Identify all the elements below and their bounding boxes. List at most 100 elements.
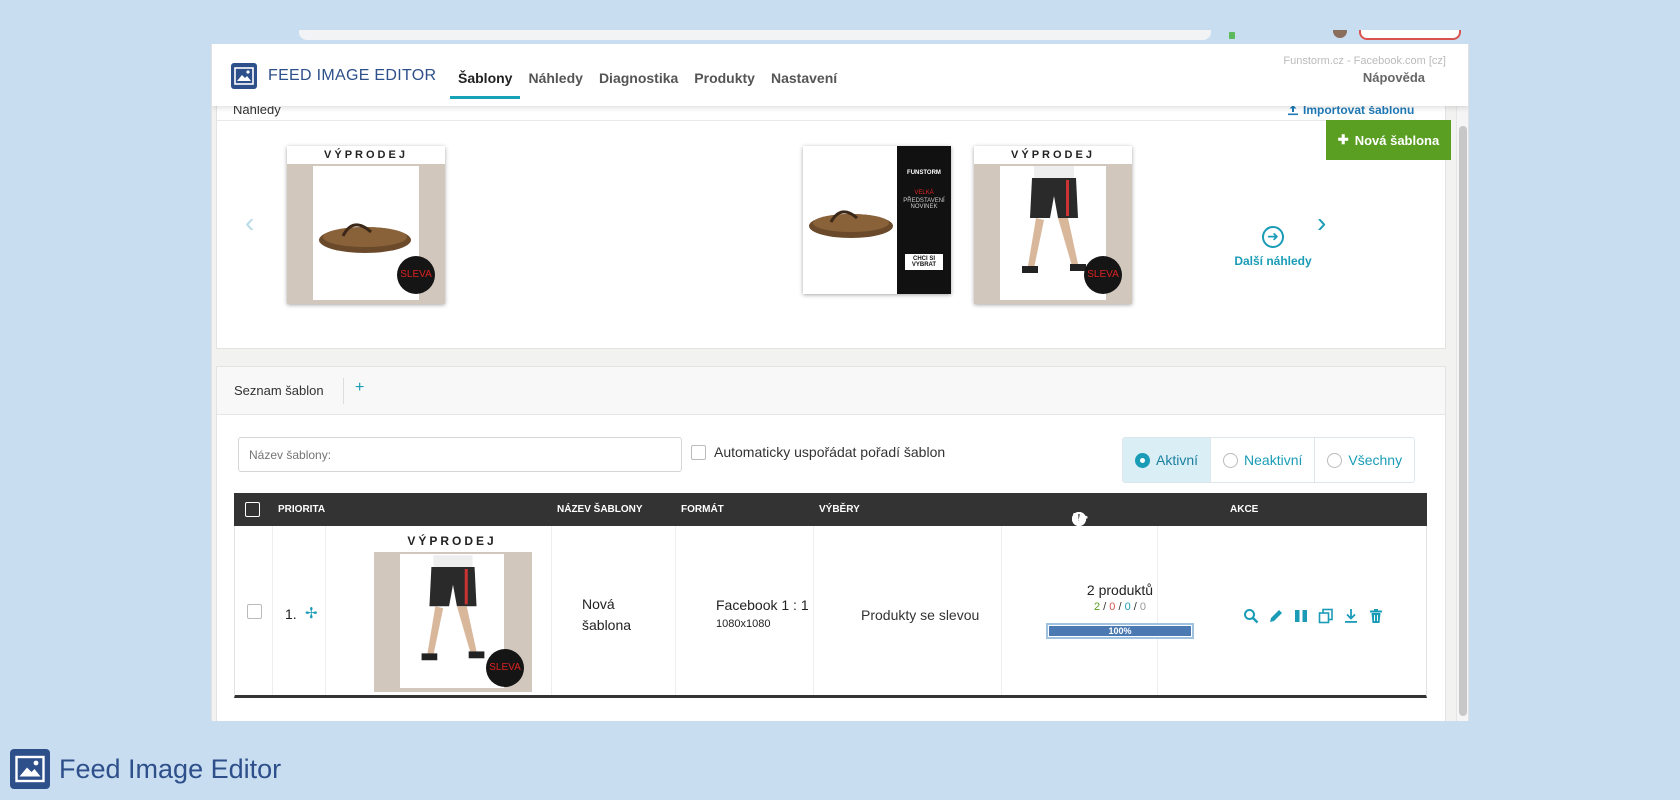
scrollbar-thumb[interactable] [1459, 126, 1467, 716]
preview-card[interactable]: FUNSTORM VELKÁ PŘEDSTAVENÍ NOVINEK CHCI … [803, 146, 951, 294]
table-row: 1. ✢ VÝPRODEJ SLEVA Nová šablona Faceboo… [234, 526, 1427, 698]
column-separator [325, 526, 326, 695]
account-name[interactable]: Funstorm.cz - Facebook.com [cz] [1283, 55, 1446, 67]
tab-nahledy[interactable]: Náhledy [520, 44, 590, 100]
templates-panel-header: Seznam šablon + [217, 367, 1445, 415]
select-all-checkbox[interactable] [245, 502, 260, 517]
template-format: Facebook 1 : 1 1080x1080 [716, 597, 809, 630]
radio-icon [1135, 452, 1150, 468]
status-separator: / [1103, 601, 1107, 613]
preview-banner: VÝPRODEJ [974, 146, 1132, 164]
row-priority: 1. [285, 606, 297, 622]
status-separator: / [1133, 601, 1137, 613]
radio-icon [1327, 452, 1343, 468]
preview-card[interactable]: VÝPRODEJ SLEVA [287, 146, 445, 304]
main-tabs: Šablony Náhledy Diagnostika Produkty Nas… [450, 44, 845, 106]
auto-order-toggle[interactable]: Automaticky uspořádat pořadí šablon [691, 444, 945, 460]
add-template-icon[interactable]: + [355, 379, 364, 397]
profile-avatar[interactable] [1333, 30, 1347, 38]
status-counts: 2 / 0 / 0 / 0 [1045, 601, 1195, 613]
column-selections[interactable]: VÝBĚRY [819, 504, 860, 515]
column-separator [551, 526, 552, 695]
column-separator [272, 526, 273, 695]
flip-flop-image [809, 210, 893, 238]
trash-icon[interactable] [1368, 608, 1384, 624]
pause-icon[interactable] [1293, 608, 1309, 624]
row-actions [1243, 608, 1384, 624]
promo-brand: FUNSTORM [907, 170, 941, 176]
brand-name: FEED IMAGE EDITOR [268, 67, 437, 84]
discount-badge: SLEVA [486, 649, 524, 687]
column-priority[interactable]: PRIORITA [278, 504, 325, 515]
vertical-scrollbar[interactable] [1456, 106, 1468, 721]
tab-diagnostika[interactable]: Diagnostika [591, 44, 686, 100]
template-thumbnail[interactable]: VÝPRODEJ SLEVA [372, 532, 532, 692]
app-window: FEED IMAGE EDITOR Šablony Náhledy Diagno… [211, 44, 1469, 721]
preview-banner: VÝPRODEJ [287, 146, 445, 164]
templates-panel: Seznam šablon + Automaticky uspořádat po… [216, 366, 1446, 721]
column-separator [675, 526, 676, 695]
progress-fill: 100% [1049, 626, 1191, 636]
format-label: Facebook 1 : 1 [716, 597, 809, 613]
filter-label: Všechny [1348, 452, 1403, 468]
move-handle-icon[interactable]: ✢ [305, 604, 318, 622]
promo-line: PŘEDSTAVENÍ NOVINEK [903, 198, 945, 210]
new-template-button[interactable]: ✚ Nová šablona [1326, 120, 1451, 160]
error-count: 0 [1109, 601, 1116, 613]
status-separator: / [1118, 601, 1122, 613]
table-header: PRIORITA NÁZEV ŠABLONY FORMÁT VÝBĚRY ✓/ … [234, 493, 1427, 526]
radio-icon [1223, 452, 1239, 468]
new-template-label: Nová šablona [1354, 132, 1440, 148]
pencil-icon[interactable] [1268, 608, 1284, 624]
status-filter: Aktivní Neaktivní Všechny [1122, 437, 1416, 483]
filter-inactive[interactable]: Neaktivní [1211, 438, 1316, 482]
next-previews-label: Další náhledy [1234, 254, 1312, 268]
template-name-search-input[interactable] [238, 437, 682, 472]
discount-badge: SLEVA [1084, 256, 1122, 294]
top-navigation: FEED IMAGE EDITOR Šablony Náhledy Diagno… [212, 44, 1468, 106]
row-checkbox[interactable] [247, 604, 262, 619]
arrow-circle-right-icon: ➜ [1262, 226, 1284, 248]
filter-active[interactable]: Aktivní [1123, 438, 1212, 482]
tab-sablony[interactable]: Šablony [450, 44, 521, 99]
browser-action-button[interactable] [1359, 30, 1461, 40]
preview-card[interactable]: VÝPRODEJ SLEVA [974, 146, 1132, 304]
plus-icon: ✚ [1337, 132, 1349, 147]
promo-line: VELKÁ [914, 190, 934, 196]
next-previews-link[interactable]: ➜ Další náhledy [1227, 226, 1319, 268]
warning-count: 0 [1124, 601, 1131, 613]
extension-icon[interactable] [1225, 30, 1235, 40]
download-icon[interactable] [1343, 608, 1359, 624]
skipped-count: 0 [1139, 601, 1147, 613]
progress-bar: 100% [1046, 623, 1194, 639]
tab-produkty[interactable]: Produkty [686, 44, 763, 100]
template-name: Nová šablona [582, 596, 632, 633]
code-icon: </> [1072, 512, 1088, 524]
product-image [803, 146, 897, 294]
column-separator [1001, 526, 1002, 695]
previews-panel: ‹ VÝPRODEJ SLEVA FUNSTORM VELKÁ PŘEDSTAV… [216, 99, 1446, 349]
column-name[interactable]: NÁZEV ŠABLONY [557, 504, 643, 515]
filter-all[interactable]: Všechny [1315, 438, 1415, 482]
promo-side-banner: FUNSTORM VELKÁ PŘEDSTAVENÍ NOVINEK CHCI … [897, 146, 951, 294]
column-format[interactable]: FORMÁT [681, 504, 724, 515]
search-icon[interactable] [1243, 608, 1259, 624]
tab-nastaveni[interactable]: Nastavení [763, 44, 845, 100]
image-logo-icon [231, 63, 257, 89]
thumbnail-banner: VÝPRODEJ [407, 534, 497, 548]
help-link[interactable]: Nápověda [1363, 70, 1425, 85]
copy-icon[interactable] [1318, 608, 1334, 624]
chevron-left-icon[interactable]: ‹ [245, 207, 254, 239]
ok-count: 2 [1093, 601, 1101, 613]
address-bar[interactable] [299, 30, 1211, 40]
filter-label: Aktivní [1156, 452, 1199, 468]
filter-label: Neaktivní [1244, 452, 1303, 468]
chevron-right-icon[interactable]: › [1317, 207, 1326, 239]
format-size: 1080x1080 [716, 618, 771, 630]
app-brand[interactable]: FEED IMAGE EDITOR [231, 63, 436, 89]
template-selection: Produkty se slevou [861, 607, 980, 623]
panel-divider [217, 120, 1445, 121]
auto-order-checkbox[interactable] [691, 444, 706, 460]
header-separator [343, 378, 344, 404]
template-stats: 2 produktů 2 / 0 / 0 / 0 100% [1045, 582, 1195, 639]
